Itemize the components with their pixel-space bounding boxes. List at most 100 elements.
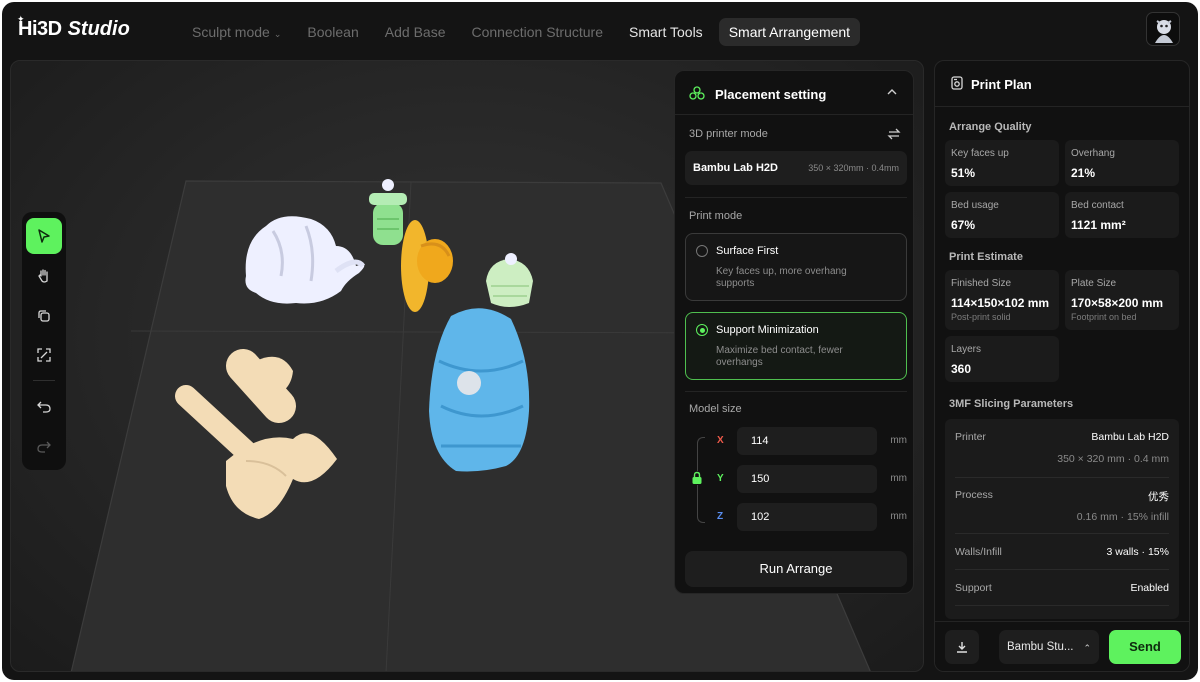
stat-value: 51% — [951, 166, 976, 180]
param-value: Enabled — [1130, 582, 1169, 594]
stat-value: 1121 mm² — [1071, 218, 1126, 232]
stat-label: Bed contact — [1071, 200, 1124, 211]
slicing-params-list: Printer Bambu Lab H2D 350 × 320 mm · 0.4… — [945, 419, 1179, 619]
download-icon — [957, 642, 967, 653]
placement-header[interactable]: Placement setting — [675, 71, 913, 115]
rotate-copy-icon — [38, 309, 50, 322]
stat-label: Finished Size — [951, 278, 1012, 289]
undo-button[interactable] — [26, 388, 62, 424]
axis-y-label: Y — [717, 473, 724, 484]
size-row-y: Y 150 mm — [685, 465, 907, 493]
param-key: Printer — [955, 431, 986, 443]
stat-sub: Post-print solid — [951, 312, 1011, 322]
model-blue-figure[interactable] — [429, 308, 530, 472]
pan-tool-button[interactable] — [26, 258, 62, 294]
size-x-input[interactable]: 114 — [737, 427, 877, 455]
unit-label: mm — [890, 473, 907, 484]
placement-panel: Placement setting 3D printer mode Bambu … — [674, 70, 914, 594]
print-estimate-label: Print Estimate — [949, 251, 1023, 263]
print-plan-footer: Bambu Stu... ⌃ Send — [935, 621, 1189, 671]
stat-finished-size: Finished Size 114×150×102 mm Post-print … — [945, 270, 1059, 330]
print-plan-panel: Print Plan Arrange Quality Key faces up … — [934, 60, 1190, 672]
stat-label: Key faces up — [951, 148, 1009, 159]
size-z-input[interactable]: 102 — [737, 503, 877, 531]
select-icon — [38, 229, 50, 243]
send-button[interactable]: Send — [1109, 630, 1181, 664]
mode-support-minimization[interactable]: Support Minimization Maximize bed contac… — [685, 312, 907, 380]
avatar[interactable] — [1146, 12, 1180, 46]
fit-view-icon — [37, 348, 51, 363]
nav-add-base[interactable]: Add Base — [375, 18, 456, 46]
run-arrange-button[interactable]: Run Arrange — [685, 551, 907, 587]
mode-description: Key faces up, more overhang supports — [716, 266, 847, 289]
param-value: 3 walls · 15% — [1106, 546, 1169, 558]
stat-bed-contact: Bed contact 1121 mm² — [1065, 192, 1179, 238]
param-sub: 0.16 mm · 15% infill — [1076, 511, 1169, 523]
param-value: Bambu Lab H2D — [1091, 431, 1169, 443]
size-row-x: X 114 mm — [685, 427, 907, 455]
logo[interactable]: ✦ Hi3D Studio — [17, 14, 130, 41]
divider — [955, 569, 1169, 570]
nav-label: Sculpt mode — [192, 24, 270, 40]
unit-label: mm — [890, 435, 907, 446]
size-row-z: Z 102 mm — [685, 503, 907, 531]
chevron-up-icon: ⌃ — [1083, 643, 1091, 653]
size-y-input[interactable]: 150 — [737, 465, 877, 493]
radio-button-selected[interactable] — [696, 324, 708, 336]
stat-key-faces-up: Key faces up 51% — [945, 140, 1059, 186]
nav-sculpt-mode[interactable]: Sculpt mode ⌄ — [182, 18, 291, 46]
stat-label: Bed usage — [951, 200, 999, 211]
radio-button[interactable] — [696, 245, 708, 257]
placement-title: Placement setting — [715, 87, 827, 102]
download-button[interactable] — [945, 630, 979, 664]
print-target-select[interactable]: Bambu Stu... ⌃ — [999, 630, 1099, 664]
stat-plate-size: Plate Size 170×58×200 mm Footprint on be… — [1065, 270, 1179, 330]
stat-label: Layers — [951, 344, 982, 355]
divider — [685, 391, 907, 392]
param-process: Process 优秀 0.16 mm · 15% infill — [945, 487, 1179, 531]
printer-select[interactable]: Bambu Lab H2D 350 × 320mm · 0.4mm — [685, 151, 907, 185]
print-mode-label: Print mode — [689, 210, 743, 222]
stat-overhang: Overhang 21% — [1065, 140, 1179, 186]
chevron-down-icon: ⌄ — [273, 29, 282, 39]
app-window: ✦ Hi3D Studio Sculpt mode ⌄ Boolean Add B… — [2, 2, 1198, 680]
mode-surface-first[interactable]: Surface First Key faces up, more overhan… — [685, 233, 907, 301]
select-tool-button[interactable] — [26, 218, 62, 254]
mode-description: Maximize bed contact, fewer overhangs — [716, 345, 843, 368]
rotate-copy-tool-button[interactable] — [26, 298, 62, 334]
tool-rail — [22, 212, 66, 470]
stat-layers: Layers 360 — [945, 336, 1059, 382]
stat-value: 21% — [1071, 166, 1096, 180]
param-sub: 350 × 320 mm · 0.4 mm — [1057, 453, 1169, 465]
mode-title: Surface First — [716, 245, 779, 257]
stat-value: 360 — [951, 362, 972, 376]
printer-icon — [951, 76, 963, 90]
print-plan-header: Print Plan — [935, 61, 1189, 107]
divider — [955, 477, 1169, 478]
nav-boolean[interactable]: Boolean — [297, 18, 368, 46]
main-nav: Sculpt mode ⌄ Boolean Add Base Connection… — [182, 18, 861, 46]
tool-divider — [33, 380, 55, 382]
param-value: 优秀 — [1148, 491, 1169, 503]
nav-smart-arrangement[interactable]: Smart Arrangement — [718, 18, 861, 46]
slicing-params-label: 3MF Slicing Parameters — [949, 398, 1074, 410]
chevron-up-icon[interactable] — [885, 85, 899, 99]
axis-z-label: Z — [717, 511, 724, 522]
redo-button[interactable] — [26, 428, 62, 464]
fit-view-tool-button[interactable] — [26, 337, 62, 373]
redo-icon — [37, 441, 51, 453]
nav-smart-tools[interactable]: Smart Tools — [619, 18, 713, 46]
placement-icon — [689, 86, 705, 100]
axis-x-label: X — [717, 435, 724, 446]
param-printer: Printer Bambu Lab H2D 350 × 320 mm · 0.4… — [945, 429, 1179, 473]
sparkle-icon: ✦ — [17, 14, 25, 24]
stat-value: 67% — [951, 218, 976, 232]
stat-sub: Footprint on bed — [1071, 312, 1137, 322]
divider — [685, 197, 907, 198]
nav-connection-structure[interactable]: Connection Structure — [461, 18, 613, 46]
swap-icon[interactable] — [887, 127, 901, 141]
param-key: Support — [955, 582, 992, 594]
param-key: Process — [955, 489, 993, 501]
print-target-value: Bambu Stu... — [1007, 641, 1074, 653]
hand-pan-icon — [38, 269, 48, 283]
